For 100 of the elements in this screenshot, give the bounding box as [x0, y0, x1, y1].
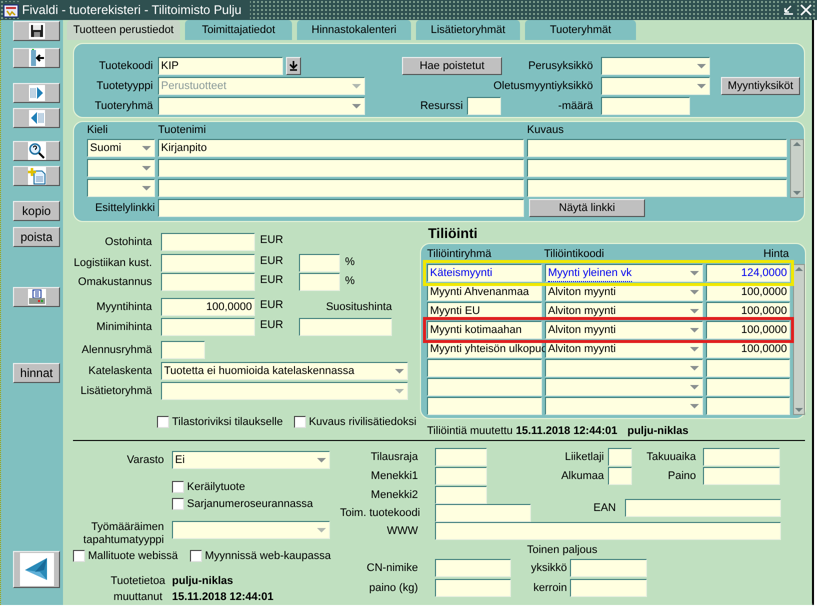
- dropdown-field[interactable]: [158, 97, 365, 115]
- input-field[interactable]: [527, 139, 787, 157]
- caret-icon: [695, 82, 708, 90]
- close-icon[interactable]: [799, 3, 813, 17]
- input-field[interactable]: [435, 559, 511, 577]
- input-field[interactable]: [435, 467, 487, 485]
- timestamp: 15.11.2018 12:44:01: [172, 590, 274, 605]
- field-label: Esittelylinkki: [94, 201, 155, 216]
- input-field[interactable]: KIP: [158, 57, 283, 75]
- input-field[interactable]: [161, 341, 205, 359]
- scroll-down-icon[interactable]: [794, 406, 804, 414]
- dropdown-field[interactable]: [172, 521, 330, 539]
- input-field[interactable]: [527, 179, 787, 197]
- input-field[interactable]: Kirjanpito: [158, 139, 524, 157]
- dropdown-field[interactable]: [87, 179, 155, 197]
- dropdown-field[interactable]: Myynti yleinen vk: [545, 264, 703, 282]
- input-field[interactable]: [435, 448, 487, 466]
- input-field[interactable]: 100,0000: [161, 298, 255, 316]
- input-field[interactable]: [299, 273, 340, 291]
- input-field[interactable]: [161, 233, 255, 251]
- dropdown-field[interactable]: Ei: [172, 451, 330, 469]
- input-field[interactable]: [158, 179, 524, 197]
- input-field[interactable]: [570, 579, 647, 597]
- field-label: Logistiikan kust.: [72, 256, 153, 271]
- scroll-down-icon[interactable]: [792, 189, 802, 197]
- dropdown-field[interactable]: Suomi: [87, 139, 155, 157]
- input-field[interactable]: [161, 318, 255, 336]
- input-field[interactable]: [703, 467, 780, 485]
- checkbox[interactable]: [294, 416, 306, 428]
- input-field[interactable]: [706, 378, 790, 396]
- input-field[interactable]: [427, 359, 542, 377]
- input-field[interactable]: [161, 273, 255, 291]
- input-field[interactable]: [299, 318, 392, 336]
- checkbox[interactable]: [172, 498, 184, 510]
- dropdown-field[interactable]: [601, 77, 710, 95]
- tab[interactable]: Lisätietoryhmät: [416, 20, 520, 40]
- checkbox[interactable]: [157, 416, 169, 428]
- input-field[interactable]: 124,0000: [706, 264, 790, 282]
- toolbar-button[interactable]: poista: [13, 227, 60, 247]
- dropdown-field[interactable]: [545, 397, 703, 415]
- input-field[interactable]: [299, 254, 340, 272]
- input-field[interactable]: [427, 378, 542, 396]
- scroll-up-icon[interactable]: [794, 265, 804, 273]
- input-field[interactable]: Myynti kotimaahan: [427, 321, 542, 339]
- toolbar-button[interactable]: [13, 48, 60, 68]
- input-field[interactable]: [625, 499, 781, 517]
- input-field[interactable]: [601, 97, 690, 115]
- input-field[interactable]: Käteismyynti: [427, 264, 542, 282]
- checkbox[interactable]: [73, 550, 85, 562]
- toolbar-button[interactable]: [13, 166, 60, 186]
- input-field[interactable]: [158, 159, 524, 177]
- toolbar-button[interactable]: hinnat: [13, 363, 60, 383]
- input-field[interactable]: [435, 522, 781, 540]
- show-link-button[interactable]: Näytä linkki: [529, 199, 645, 217]
- field-label: Ostohinta: [104, 235, 153, 250]
- input-field[interactable]: [608, 467, 632, 485]
- checkbox[interactable]: [190, 550, 202, 562]
- input-field[interactable]: [427, 397, 542, 415]
- input-field[interactable]: [467, 97, 501, 115]
- input-field[interactable]: [435, 579, 511, 597]
- toolbar-button[interactable]: [13, 108, 60, 128]
- lookup-button[interactable]: [286, 57, 301, 75]
- dropdown-field[interactable]: [545, 378, 703, 396]
- column-header: Kuvaus: [527, 123, 565, 138]
- tab[interactable]: Tuoteryhmät: [525, 20, 636, 40]
- input-field[interactable]: 100,0000: [706, 321, 790, 339]
- scroll-up-icon[interactable]: [792, 140, 802, 148]
- input-field[interactable]: [158, 199, 524, 217]
- input-field[interactable]: [435, 504, 531, 522]
- input-field[interactable]: [706, 359, 790, 377]
- scrollbar[interactable]: [793, 264, 805, 415]
- toolbar-button[interactable]: [13, 141, 60, 161]
- input-field[interactable]: [706, 397, 790, 415]
- toolbar-button[interactable]: kopio: [13, 201, 60, 221]
- input-field[interactable]: [703, 448, 780, 466]
- tab[interactable]: Hinnastokalenteri: [297, 20, 411, 40]
- dropdown-field[interactable]: [87, 159, 155, 177]
- tab[interactable]: Toimittajatiedot: [185, 20, 292, 40]
- minimize-icon[interactable]: [781, 3, 795, 17]
- toolbar-button[interactable]: [13, 287, 60, 307]
- dropdown-field[interactable]: [161, 382, 408, 400]
- dropdown-field[interactable]: Alviton myynti: [545, 321, 703, 339]
- checkbox[interactable]: [172, 481, 184, 493]
- scrollbar[interactable]: [790, 139, 804, 198]
- field-label: Resurssi: [419, 99, 464, 114]
- input-field[interactable]: [608, 448, 632, 466]
- dropdown-field[interactable]: [545, 359, 703, 377]
- sales-units-button[interactable]: Myyntiyksiköt: [721, 77, 800, 95]
- dropdown-field[interactable]: Tuotetta ei huomioida katelaskennassa: [161, 362, 408, 380]
- tab[interactable]: Tuotteen perustiedot: [67, 20, 180, 40]
- fetch-deleted-button[interactable]: Hae poistetut: [402, 57, 502, 75]
- input-field[interactable]: [570, 559, 647, 577]
- logo-button[interactable]: [13, 551, 60, 588]
- dropdown-field[interactable]: [601, 57, 710, 75]
- input-field[interactable]: [527, 159, 787, 177]
- input-field[interactable]: [435, 486, 487, 504]
- toolbar-button[interactable]: [13, 21, 60, 41]
- input-field[interactable]: [161, 254, 255, 272]
- caret-icon: [315, 456, 328, 464]
- toolbar-button[interactable]: [13, 83, 60, 103]
